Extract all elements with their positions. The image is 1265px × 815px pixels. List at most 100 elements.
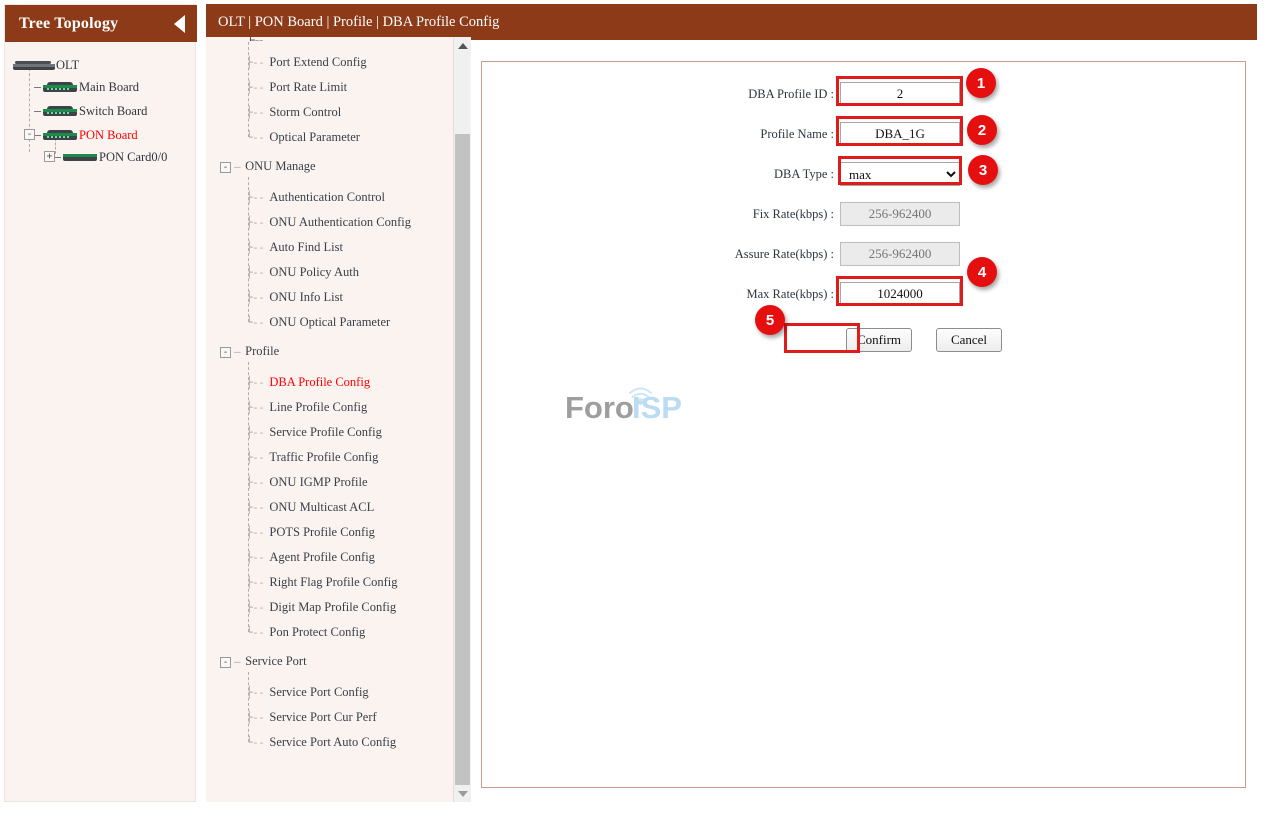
nav-group-collapse-toggle[interactable]: - bbox=[220, 656, 231, 668]
nav-item-port-rate-limit[interactable]: ├-- Port Rate Limit bbox=[246, 80, 347, 95]
nav-item-label: Port Rate Limit bbox=[269, 80, 348, 94]
nav-item-traffic-profile-config[interactable]: ├-- Traffic Profile Config bbox=[246, 450, 378, 465]
tree-node-label: Main Board bbox=[79, 79, 140, 94]
board-icon bbox=[43, 81, 77, 93]
field-label: Profile Name : bbox=[760, 126, 834, 141]
scroll-down-icon[interactable] bbox=[454, 785, 471, 802]
form-row: Fix Rate(kbps) : bbox=[482, 201, 1002, 227]
tree-topology-body: OLT Main Board Switch Board - PON Board + PON … bbox=[5, 42, 197, 801]
board-icon bbox=[43, 105, 77, 117]
nav-item-partial-cutoff: ├-- bbox=[246, 37, 263, 41]
wifi-signal-icon: Foro ISP bbox=[565, 387, 682, 425]
nav-group-collapse-toggle[interactable]: - bbox=[220, 161, 231, 173]
input-max-rate-kbps[interactable] bbox=[840, 282, 960, 306]
tree-connector-line bbox=[55, 157, 61, 158]
nav-item-label: Line Profile Config bbox=[269, 400, 368, 414]
nav-item-digit-map-profile-config[interactable]: ├-- Digit Map Profile Config bbox=[246, 600, 396, 615]
scroll-up-icon[interactable] bbox=[454, 37, 471, 54]
field-label: DBA Profile ID : bbox=[748, 86, 834, 101]
dba-profile-config-form-panel: Foro ISP DBA Profile ID : Profile Name : D… bbox=[481, 61, 1246, 788]
nav-item-label: Service Port Cur Perf bbox=[269, 710, 377, 724]
nav-item-service-port-cur-perf[interactable]: ├-- Service Port Cur Perf bbox=[246, 710, 377, 725]
nav-item-onu-policy-auth[interactable]: ├-- ONU Policy Auth bbox=[246, 265, 359, 280]
nav-item-authentication-control[interactable]: ├-- Authentication Control bbox=[246, 190, 385, 205]
nav-item-onu-authentication-config[interactable]: ├-- ONU Authentication Config bbox=[246, 215, 411, 230]
form-row: Assure Rate(kbps) : bbox=[482, 241, 1002, 267]
nav-item-label: Digit Map Profile Config bbox=[269, 600, 397, 614]
tree-collapse-toggle[interactable]: - bbox=[24, 129, 35, 140]
nav-item-agent-profile-config[interactable]: ├-- Agent Profile Config bbox=[246, 550, 375, 565]
nav-item-service-profile-config[interactable]: ├-- Service Profile Config bbox=[246, 425, 382, 440]
annotation-badge-3: 3 bbox=[968, 155, 998, 185]
app-root: Tree Topology OLT Main Board Switch Board -… bbox=[0, 0, 1265, 815]
nav-item-onu-multicast-acl[interactable]: ├-- ONU Multicast ACL bbox=[246, 500, 374, 515]
nav-item-label: Profile bbox=[245, 344, 280, 358]
watermark-text-primary: Foro bbox=[565, 390, 634, 425]
nav-item-profile[interactable]: - – Profile bbox=[220, 344, 279, 359]
tree-node-olt[interactable]: OLT bbox=[13, 56, 79, 74]
nav-item-label: Optical Parameter bbox=[269, 130, 360, 144]
nav-item-label: ONU Authentication Config bbox=[269, 215, 412, 229]
nav-item-onu-manage[interactable]: - – ONU Manage bbox=[220, 159, 316, 174]
nav-item-onu-info-list[interactable]: ├-- ONU Info List bbox=[246, 290, 343, 305]
cancel-button[interactable]: Cancel bbox=[936, 328, 1002, 352]
nav-item-port-extend-config[interactable]: ├-- Port Extend Config bbox=[246, 55, 367, 70]
breadcrumb: OLT | PON Board | Profile | DBA Profile … bbox=[218, 13, 500, 30]
nav-item-service-port-config[interactable]: ├-- Service Port Config bbox=[246, 685, 369, 700]
nav-item-label: Port Extend Config bbox=[269, 55, 367, 69]
nav-connector-line bbox=[248, 362, 249, 632]
nav-item-label: ONU Multicast ACL bbox=[269, 500, 375, 514]
nav-item-service-port[interactable]: - – Service Port bbox=[220, 654, 307, 669]
nav-item-label: Service Port Auto Config bbox=[269, 735, 397, 749]
nav-item-label: ONU Manage bbox=[245, 159, 316, 173]
tree-topology-title: Tree Topology bbox=[19, 14, 119, 32]
tree-connector-line bbox=[34, 111, 41, 112]
confirm-button[interactable]: Confirm bbox=[846, 328, 912, 352]
nav-item-label: ONU IGMP Profile bbox=[269, 475, 368, 489]
nav-item-label: Service Port Config bbox=[269, 685, 369, 699]
tree-node-switch-board[interactable]: Switch Board bbox=[43, 102, 147, 120]
nav-item-line-profile-config[interactable]: ├-- Line Profile Config bbox=[246, 400, 367, 415]
tree-connector-line bbox=[34, 87, 41, 88]
nav-item-dba-profile-config[interactable]: ├-- DBA Profile Config bbox=[246, 375, 370, 390]
field-label: Assure Rate(kbps) : bbox=[734, 246, 834, 261]
nav-item-label: Storm Control bbox=[269, 105, 342, 119]
form-actions: Confirm Cancel bbox=[482, 327, 1002, 353]
watermark-text-secondary: ISP bbox=[632, 390, 682, 425]
tree-node-main-board[interactable]: Main Board bbox=[43, 78, 139, 96]
breadcrumb-bar: OLT | PON Board | Profile | DBA Profile … bbox=[206, 4, 1257, 40]
tree-topology-panel: Tree Topology OLT Main Board Switch Board -… bbox=[4, 4, 197, 802]
nav-item-auto-find-list[interactable]: ├-- Auto Find List bbox=[246, 240, 343, 255]
nav-item-optical-parameter[interactable]: └-- Optical Parameter bbox=[246, 130, 360, 145]
nav-item-label: Authentication Control bbox=[269, 190, 385, 204]
input-dba-profile-id[interactable] bbox=[840, 82, 960, 106]
tree-node-label: PON Card0/0 bbox=[99, 149, 168, 164]
input-fix-rate-kbps bbox=[840, 202, 960, 226]
nav-item-label: POTS Profile Config bbox=[269, 525, 375, 539]
scrollbar-thumb[interactable] bbox=[455, 134, 470, 794]
tree-node-pon-board[interactable]: PON Board bbox=[43, 126, 138, 144]
nav-connector-line bbox=[248, 672, 249, 742]
nav-menu-scrollbar[interactable] bbox=[453, 37, 471, 802]
nav-item-label: ONU Optical Parameter bbox=[269, 315, 391, 329]
nav-item-right-flag-profile-config[interactable]: ├-- Right Flag Profile Config bbox=[246, 575, 398, 590]
nav-item-service-port-auto-config[interactable]: └-- Service Port Auto Config bbox=[246, 735, 396, 750]
nav-item-onu-optical-parameter[interactable]: └-- ONU Optical Parameter bbox=[246, 315, 390, 330]
tree-topology-header: Tree Topology bbox=[5, 5, 197, 42]
nav-item-label: ONU Policy Auth bbox=[269, 265, 359, 279]
nav-item-storm-control[interactable]: ├-- Storm Control bbox=[246, 105, 341, 120]
triangle-left-icon[interactable] bbox=[174, 14, 185, 33]
nav-item-label: Service Port bbox=[245, 654, 307, 668]
tree-node-pon-card0-0[interactable]: PON Card0/0 bbox=[63, 148, 167, 166]
nav-connector-dash: – bbox=[234, 160, 241, 173]
dba-type-select[interactable]: max bbox=[840, 162, 960, 186]
input-profile-name[interactable] bbox=[840, 122, 960, 146]
tree-expand-toggle[interactable]: + bbox=[44, 151, 55, 162]
nav-item-pon-protect-config[interactable]: └-- Pon Protect Config bbox=[246, 625, 365, 640]
annotation-badge-5: 5 bbox=[755, 305, 785, 335]
nav-menu-panel: ├-- Port Extend Config ├-- Port Rate Limit ├… bbox=[206, 37, 471, 802]
nav-connector-dash: – bbox=[234, 345, 241, 358]
nav-group-collapse-toggle[interactable]: - bbox=[220, 346, 231, 358]
nav-item-pots-profile-config[interactable]: ├-- POTS Profile Config bbox=[246, 525, 375, 540]
nav-item-onu-igmp-profile[interactable]: ├-- ONU IGMP Profile bbox=[246, 475, 368, 490]
